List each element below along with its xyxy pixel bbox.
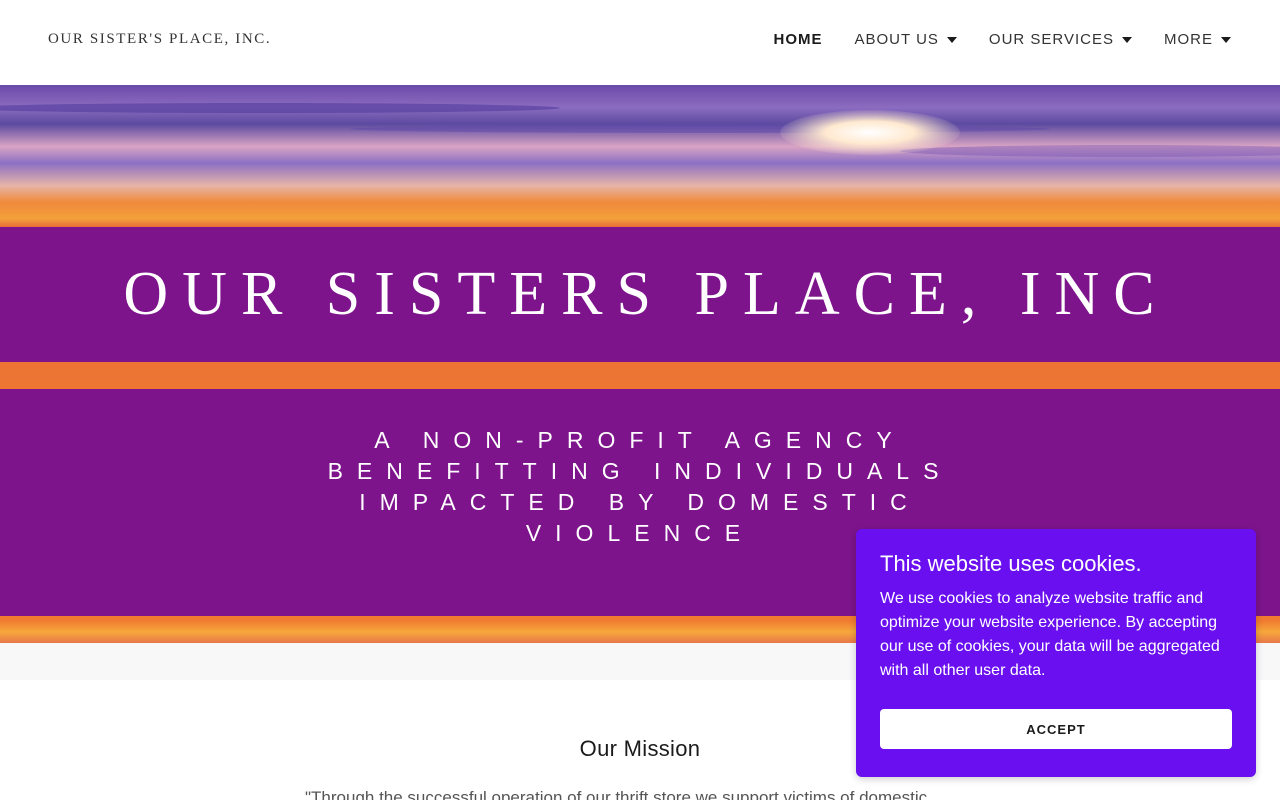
- sunset-streak: [0, 103, 560, 113]
- tagline-line: BENEFITTING INDIVIDUALS: [327, 458, 953, 484]
- nav-about-us[interactable]: ABOUT US: [855, 31, 957, 48]
- cookie-banner: This website uses cookies. We use cookie…: [856, 529, 1256, 777]
- nav-our-services-label: OUR SERVICES: [988, 31, 1114, 48]
- cookie-banner-body: We use cookies to analyze website traffi…: [880, 590, 1220, 679]
- main-nav: HOME ABOUT US OUR SERVICES MORE: [774, 31, 1231, 48]
- tagline-line: IMPACTED BY DOMESTIC: [359, 489, 921, 515]
- caret-down-icon: [1122, 36, 1132, 43]
- nav-about-us-label: ABOUT US: [854, 31, 939, 48]
- accept-cookies-button[interactable]: ACCEPT: [880, 709, 1232, 749]
- tagline-line: A NON-PROFIT AGENCY: [374, 427, 906, 453]
- cookie-banner-title: This website uses cookies.: [880, 551, 1142, 576]
- nav-our-services[interactable]: OUR SERVICES: [989, 31, 1132, 48]
- sun-reflection: [780, 110, 960, 155]
- hero-title: OUR SISTERS PLACE, INC: [123, 260, 1169, 328]
- nav-home[interactable]: HOME: [774, 31, 823, 48]
- caret-down-icon: [1221, 36, 1231, 43]
- hero-title-band: OUR SISTERS PLACE, INC: [0, 227, 1280, 362]
- site-header: OUR SISTER'S PLACE, INC. HOME ABOUT US O…: [0, 0, 1280, 85]
- mission-text: "Through the successful operation of our…: [305, 788, 928, 800]
- nav-more-label: MORE: [1164, 31, 1213, 48]
- sunset-streak: [900, 145, 1280, 157]
- nav-home-label: HOME: [773, 31, 823, 48]
- caret-down-icon: [946, 36, 957, 43]
- nav-more[interactable]: MORE: [1164, 31, 1231, 48]
- site-logo[interactable]: OUR SISTER'S PLACE, INC.: [48, 31, 271, 48]
